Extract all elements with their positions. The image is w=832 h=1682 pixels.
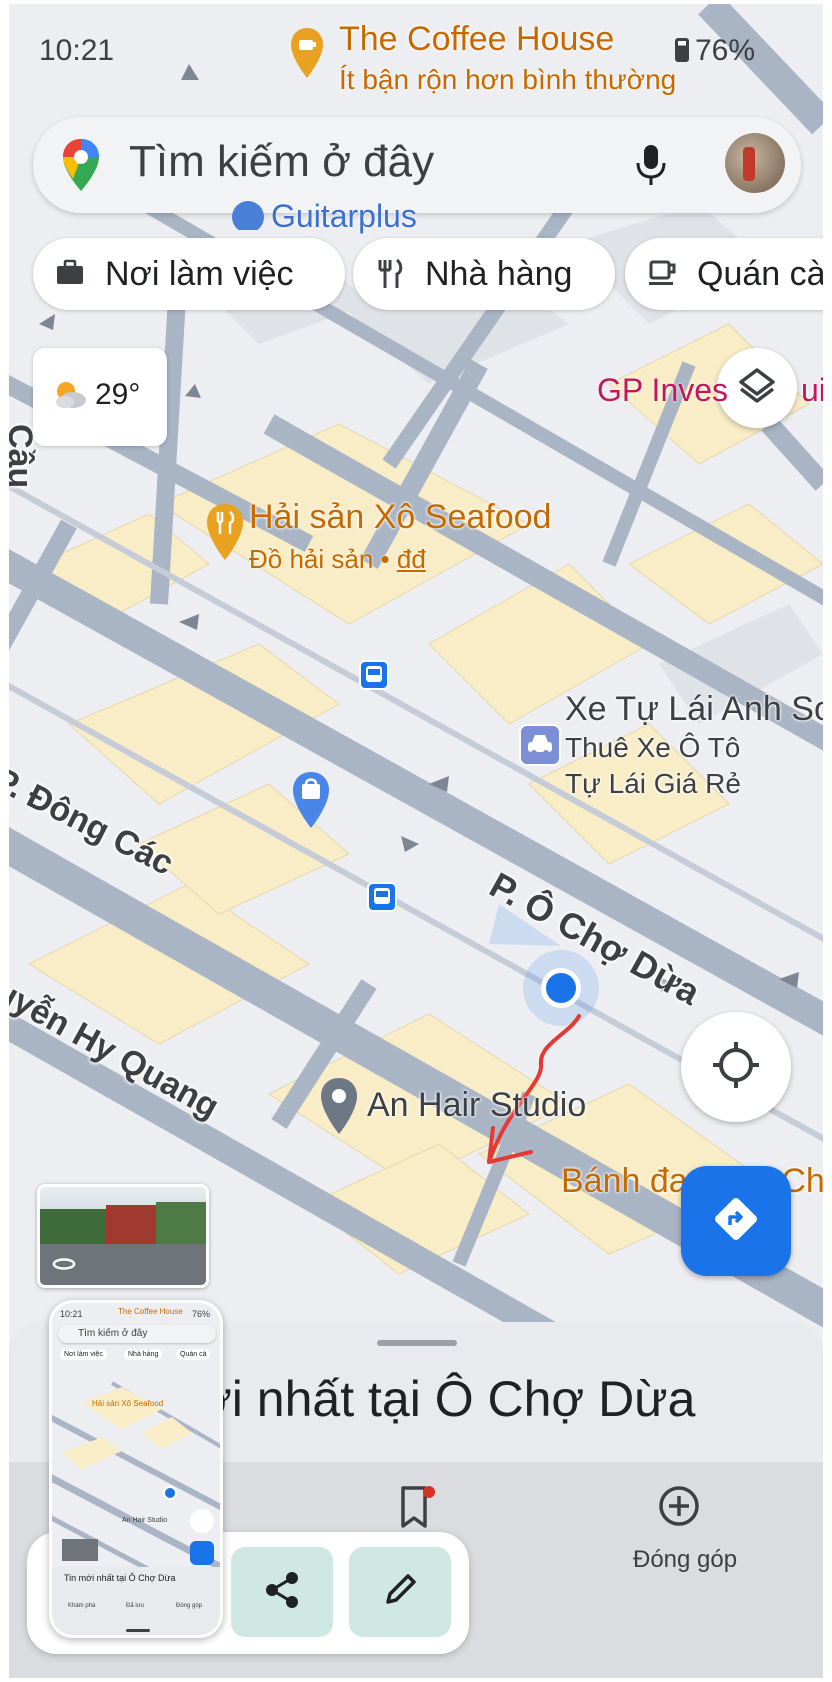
directions-icon [712, 1195, 760, 1248]
preview-chip3: Quán cà [176, 1349, 211, 1360]
coffee-house-pin-icon[interactable] [289, 26, 325, 89]
preview-hair: An Hair Studio [122, 1517, 168, 1524]
weather-widget[interactable]: 29° [33, 348, 167, 446]
coffee-house-subtitle: Ít bận rộn hơn bình thường [339, 64, 677, 95]
edit-button[interactable] [349, 1547, 451, 1637]
preview-time: 10:21 [60, 1309, 83, 1319]
chip-workplace-label: Nơi làm việc [105, 254, 294, 293]
add-circle-icon [657, 1486, 701, 1532]
status-battery: 76% [675, 34, 755, 68]
seafood-category: Đồ hải sản • [249, 544, 397, 574]
bus-stop-icon[interactable] [359, 660, 389, 690]
my-location-button[interactable] [681, 1012, 791, 1122]
directions-button[interactable] [681, 1166, 791, 1276]
gp-invest-label-tail: uild [801, 372, 823, 408]
fork-knife-icon [375, 258, 407, 290]
shopping-pin-icon[interactable] [291, 770, 331, 837]
chip-restaurant-label: Nhà hàng [425, 254, 573, 293]
contribute-label: Đóng góp [633, 1546, 738, 1573]
briefcase-icon [55, 258, 87, 290]
search-input[interactable]: Tìm kiếm ở đây [129, 137, 434, 187]
saved-tab[interactable] [397, 1484, 437, 1537]
preview-chip2: Nhà hàng [124, 1349, 163, 1360]
shopping-bag-pin-icon[interactable] [231, 200, 265, 235]
preview-sheet-title: Tin mới nhất tại Ô Chợ Dừa [64, 1573, 176, 1583]
share-button[interactable] [231, 1547, 333, 1637]
screenshot-preview[interactable]: 10:21 76% The Coffee House Tìm kiếm ở đâ… [49, 1300, 223, 1638]
sheet-title: ới nhất tại Ô Chợ Dừa [199, 1371, 696, 1427]
coffee-cup-icon [647, 258, 679, 290]
maps-screen: 10:21 76% The Coffee House Ít bận rộn hơ… [9, 4, 823, 1678]
hair-studio-label[interactable]: An Hair Studio [367, 1086, 586, 1125]
sheet-drag-handle[interactable] [377, 1340, 457, 1346]
preview-nav1: Khám phá [68, 1603, 96, 1609]
bus-stop-icon[interactable] [367, 882, 397, 912]
coffee-house-label[interactable]: The Coffee House [339, 20, 614, 59]
contribute-tab[interactable] [657, 1484, 701, 1533]
partly-cloudy-icon [53, 380, 87, 415]
layers-button[interactable] [717, 348, 797, 428]
avatar[interactable] [725, 133, 785, 193]
street-view-icon [50, 1254, 78, 1277]
weather-temperature: 29° [95, 378, 141, 411]
search-bar[interactable]: Tìm kiếm ở đây [33, 117, 801, 213]
preview-coffee: The Coffee House [118, 1307, 183, 1316]
preview-search: Tìm kiếm ở đây [78, 1328, 148, 1339]
car-rental-label[interactable]: Xe Tự Lái Anh So [565, 690, 823, 729]
battery-icon [675, 38, 689, 62]
crosshair-icon [711, 1040, 761, 1095]
seafood-price: đđ [396, 544, 426, 574]
car-rental-icon[interactable] [519, 724, 561, 766]
street-left-label: Cầu [9, 424, 39, 489]
maps-logo-icon [61, 137, 101, 198]
guitarplus-label[interactable]: Guitarplus [271, 198, 417, 235]
preview-battery: 76% [192, 1309, 211, 1319]
preview-chip1: Nơi làm việc [60, 1349, 107, 1360]
restaurant-pin-icon[interactable] [205, 502, 245, 569]
gp-invest-label[interactable]: GP Inves [597, 372, 728, 409]
car-rental-line1: Thuê Xe Ô Tô [565, 732, 741, 763]
seafood-label[interactable]: Hải sản Xô Seafood [249, 498, 551, 537]
chip-cafe[interactable]: Quán cà [625, 238, 823, 310]
pencil-icon [380, 1570, 420, 1615]
layers-icon [737, 366, 777, 411]
microphone-icon[interactable] [635, 143, 667, 192]
preview-search-bar: Tìm kiếm ở đây [58, 1325, 216, 1343]
seafood-subtitle: Đồ hải sản • đđ [249, 544, 426, 575]
battery-level: 76% [695, 34, 756, 67]
chip-restaurant[interactable]: Nhà hàng [353, 238, 615, 310]
preview-gesture-bar [126, 1629, 150, 1632]
share-icon [261, 1569, 303, 1616]
chip-workplace[interactable]: Nơi làm việc [33, 238, 345, 310]
chip-cafe-label: Quán cà [697, 254, 823, 293]
preview-nav3: Đóng góp [176, 1603, 203, 1609]
preview-nav2: Đã lưu [126, 1603, 145, 1609]
place-pin-icon[interactable] [319, 1076, 359, 1143]
preview-seafood: Hải sản Xô Seafood [92, 1399, 164, 1408]
car-rental-line2: Tự Lái Giá Rẻ [565, 768, 741, 799]
street-view-thumbnail[interactable] [37, 1184, 209, 1288]
status-time: 10:21 [39, 34, 115, 67]
